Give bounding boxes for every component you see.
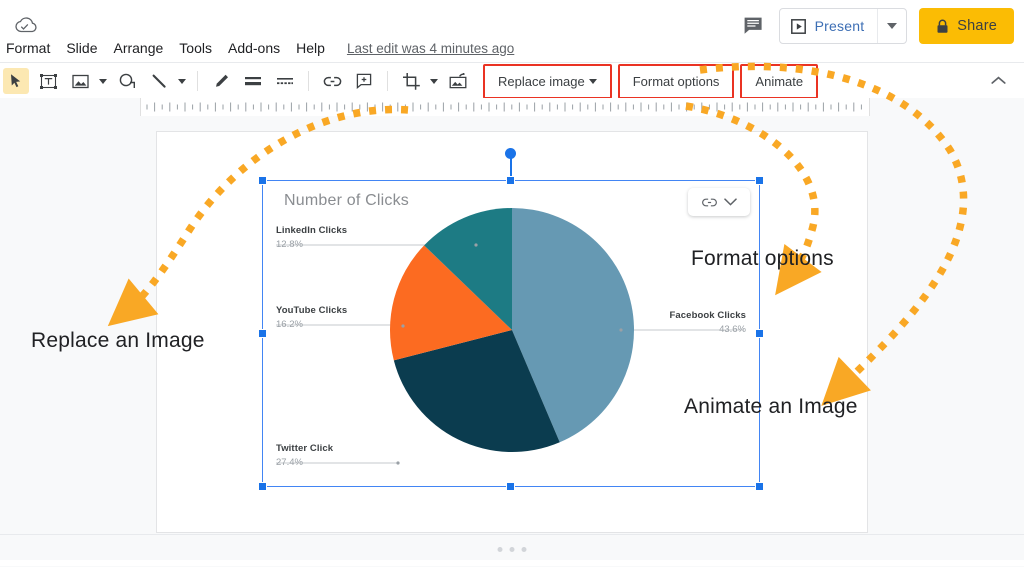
toolbar-divider: [387, 71, 388, 91]
present-label: Present: [815, 18, 865, 34]
menu-item-slide[interactable]: Slide: [58, 36, 105, 60]
slice-label-facebook: Facebook Clicks 43.6%: [670, 310, 746, 335]
annotation-replace-an-image: Replace an Image: [31, 329, 205, 353]
present-button-group[interactable]: Present: [779, 8, 908, 44]
toolbar-divider: [197, 71, 198, 91]
slice-label-youtube: YouTube Clicks 16.2%: [276, 305, 347, 330]
comment-icon[interactable]: [741, 13, 767, 39]
present-dropdown-button[interactable]: [877, 9, 906, 43]
replace-image-button[interactable]: Replace image: [489, 69, 606, 94]
resize-handle-bottom-left[interactable]: [258, 482, 267, 491]
text-box-icon[interactable]: [35, 68, 61, 94]
toolbar: Replace image Format options Animate: [0, 62, 1024, 99]
format-options-label: Format options: [633, 74, 720, 89]
line-weight-icon[interactable]: [240, 68, 266, 94]
rotation-handle[interactable]: [505, 148, 516, 159]
drag-dots-icon[interactable]: [498, 547, 527, 552]
drag-dot: [522, 547, 527, 552]
crop-icon[interactable]: [398, 68, 424, 94]
chevron-up-icon[interactable]: [984, 66, 1012, 94]
pie-chart: LinkedIn Clicks 12.8% YouTube Clicks 16.…: [262, 180, 760, 487]
crop-dropdown-icon[interactable]: [427, 68, 440, 94]
resize-handle-middle-left[interactable]: [258, 329, 267, 338]
caret-down-icon: [589, 79, 597, 84]
menu-item-arrange[interactable]: Arrange: [105, 36, 171, 60]
resize-handle-middle-right[interactable]: [755, 329, 764, 338]
format-options-button[interactable]: Format options: [624, 69, 729, 94]
bottom-strip: [0, 560, 1024, 566]
cloud-done-icon[interactable]: [12, 15, 38, 35]
format-options-highlight-box: Format options: [618, 64, 735, 99]
toolbar-divider: [308, 71, 309, 91]
present-button[interactable]: Present: [780, 9, 878, 43]
resize-handle-top-center[interactable]: [506, 176, 515, 185]
ruler-track[interactable]: [140, 98, 870, 116]
menu-bar: Format Slide Arrange Tools Add-ons Help …: [0, 36, 514, 60]
ruler-ticks: [141, 102, 869, 112]
animate-highlight-box: Animate: [740, 64, 818, 99]
pen-icon[interactable]: [208, 68, 234, 94]
top-bar: Format Slide Arrange Tools Add-ons Help …: [0, 0, 1024, 62]
slice-label-twitter: Twitter Click 27.4%: [276, 443, 333, 468]
resize-handle-top-right[interactable]: [755, 176, 764, 185]
insert-image-icon[interactable]: [67, 68, 93, 94]
chart-image-object[interactable]: Number of Clicks: [262, 180, 760, 487]
share-button[interactable]: Share: [919, 8, 1014, 44]
line-icon[interactable]: [146, 68, 172, 94]
drag-dot: [510, 547, 515, 552]
insert-link-icon[interactable]: [319, 68, 345, 94]
add-comment-icon[interactable]: [351, 68, 377, 94]
horizontal-ruler[interactable]: [0, 98, 1024, 117]
animate-label: Animate: [755, 74, 803, 89]
menu-item-tools[interactable]: Tools: [171, 36, 220, 60]
resize-handle-bottom-right[interactable]: [755, 482, 764, 491]
slice-label-linkedin: LinkedIn Clicks 12.8%: [276, 225, 347, 250]
menu-item-add-ons[interactable]: Add-ons: [220, 36, 288, 60]
shape-icon[interactable]: [114, 68, 140, 94]
last-edit-status[interactable]: Last edit was 4 minutes ago: [347, 41, 514, 56]
line-dash-icon[interactable]: [272, 68, 298, 94]
line-dropdown-icon[interactable]: [175, 68, 188, 94]
annotation-animate-an-image: Animate an Image: [684, 395, 858, 419]
drag-dot: [498, 547, 503, 552]
annotation-format-options: Format options: [691, 247, 834, 271]
insert-image-dropdown-icon[interactable]: [96, 68, 109, 94]
resize-handle-bottom-center[interactable]: [506, 482, 515, 491]
lock-icon: [936, 19, 949, 34]
animate-button[interactable]: Animate: [746, 69, 812, 94]
replace-image-label: Replace image: [498, 74, 585, 89]
top-right-actions: Present Share: [741, 8, 1014, 44]
replace-image-highlight-box: Replace image: [483, 64, 612, 99]
menu-item-help[interactable]: Help: [288, 36, 333, 60]
menu-item-format[interactable]: Format: [0, 36, 58, 60]
select-cursor-icon[interactable]: [3, 68, 29, 94]
share-label: Share: [957, 18, 997, 34]
google-slides-window: Format Slide Arrange Tools Add-ons Help …: [0, 0, 1024, 566]
resize-handle-top-left[interactable]: [258, 176, 267, 185]
image-mask-icon[interactable]: [445, 68, 471, 94]
present-play-icon: [791, 19, 806, 34]
